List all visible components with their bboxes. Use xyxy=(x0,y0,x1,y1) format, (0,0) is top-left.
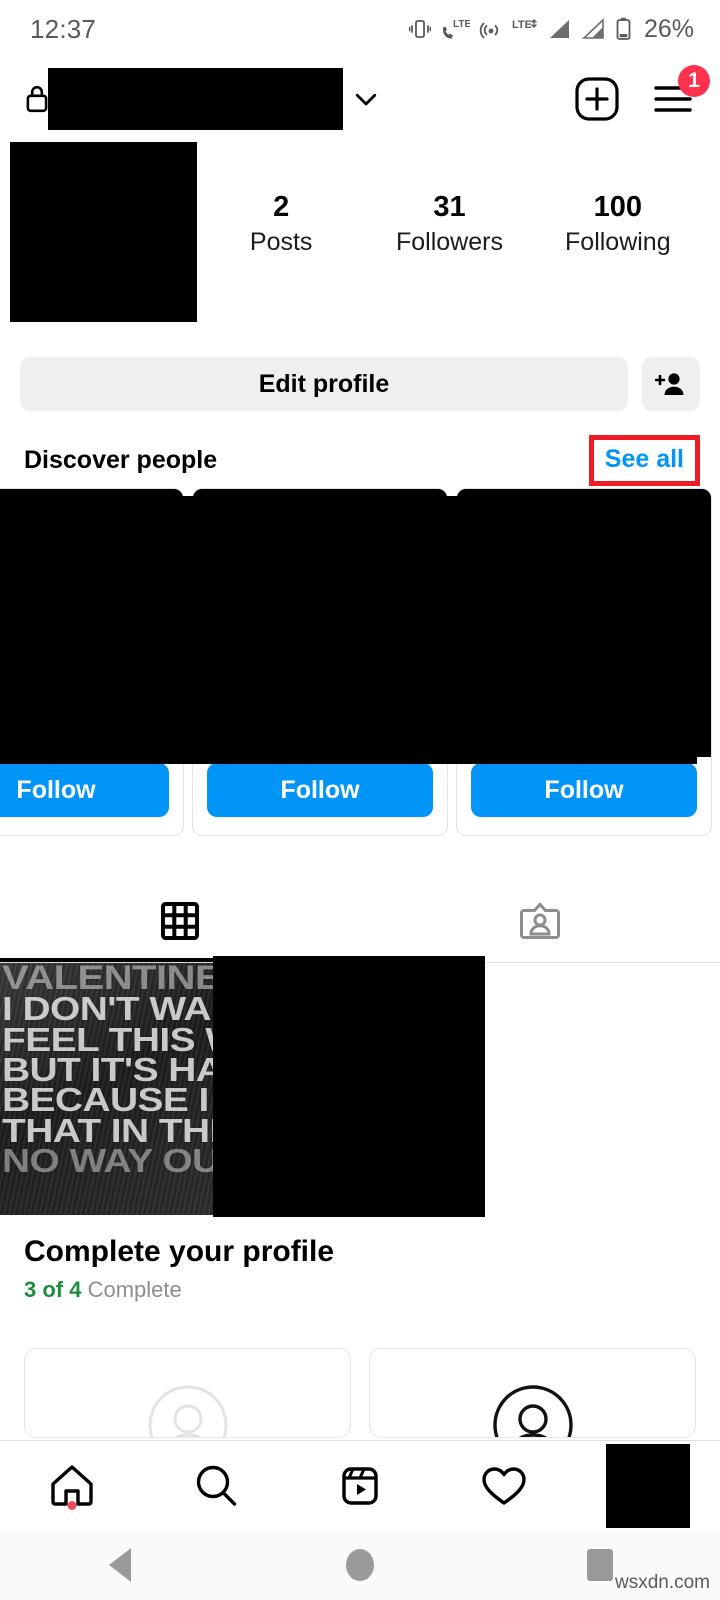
status-bar-icons: LTE LTE 26% xyxy=(408,14,694,44)
menu-button[interactable]: 1 xyxy=(652,65,710,119)
post-redaction-block xyxy=(213,956,485,1217)
followers-label: Followers xyxy=(396,227,503,256)
follow-button[interactable]: Follow xyxy=(207,763,433,817)
avatar-placeholder-icon xyxy=(148,1385,227,1437)
follow-button[interactable]: Follow xyxy=(471,763,697,817)
discover-people-title: Discover people xyxy=(24,445,218,474)
complete-progress-word: Complete xyxy=(87,1276,182,1302)
menu-notification-badge: 1 xyxy=(678,65,710,97)
triangle-back-icon xyxy=(109,1548,131,1582)
complete-profile-card[interactable] xyxy=(24,1348,351,1438)
svg-text:LTE: LTE xyxy=(512,19,532,31)
posts-label: Posts xyxy=(249,227,313,256)
stat-followers[interactable]: 31 Followers xyxy=(365,190,533,258)
discover-people-header: Discover people See all xyxy=(0,434,720,486)
profile-avatar-redaction xyxy=(606,1443,690,1528)
profile-actions: Edit profile xyxy=(0,357,720,411)
complete-profile-cards xyxy=(0,1348,720,1438)
signal-bars-icon xyxy=(549,20,569,38)
posts-count: 2 xyxy=(273,191,290,223)
nav-activity[interactable] xyxy=(432,1441,576,1530)
watermark: wsxdn.com xyxy=(614,1572,710,1593)
hotspot-icon xyxy=(479,22,499,39)
tab-tagged[interactable] xyxy=(360,880,720,962)
discover-people-carousel[interactable]: Follow Follow Follow xyxy=(0,488,720,838)
lock-icon xyxy=(26,86,48,113)
grid-icon xyxy=(161,902,199,940)
add-person-icon xyxy=(655,373,684,395)
tagged-person-icon xyxy=(520,902,560,939)
see-all-highlight-box: See all xyxy=(588,434,700,486)
discover-people-toggle-button[interactable] xyxy=(642,357,700,411)
nav-home[interactable] xyxy=(0,1441,144,1530)
profile-summary: 2 Posts 31 Followers 100 Following xyxy=(0,142,720,332)
vibrate-icon xyxy=(408,20,431,38)
profile-tabs xyxy=(0,880,720,962)
complete-profile-title: Complete your profile xyxy=(24,1235,335,1268)
search-icon xyxy=(196,1465,237,1506)
discover-media-redaction-band xyxy=(0,496,697,764)
nav-profile[interactable] xyxy=(576,1441,720,1530)
reels-icon xyxy=(342,1466,378,1505)
username-switcher[interactable] xyxy=(24,68,574,130)
plus-square-icon xyxy=(575,77,619,121)
post-quote-text: VALENTINE I DON'T WANT T FEEL THIS WAY B… xyxy=(0,963,239,1215)
system-home-button[interactable] xyxy=(240,1549,480,1581)
complete-profile-section: Complete your profile 3 of 4 Complete xyxy=(0,1232,720,1303)
chevron-down-icon[interactable] xyxy=(351,84,381,114)
post-thumbnail-empty xyxy=(481,963,720,1215)
complete-profile-card[interactable] xyxy=(369,1348,696,1438)
stat-following[interactable]: 100 Following xyxy=(534,190,702,258)
volte-call-icon: LTE xyxy=(442,19,470,39)
bottom-navigation-bar xyxy=(0,1441,720,1530)
edit-profile-button[interactable]: Edit profile xyxy=(20,357,628,411)
heart-icon xyxy=(482,1466,526,1505)
following-count: 100 xyxy=(593,191,643,223)
complete-profile-progress: 3 of 4 Complete xyxy=(24,1277,696,1303)
circle-home-icon xyxy=(346,1549,374,1581)
follow-button[interactable]: Follow xyxy=(0,763,169,817)
lte-plus-icon: LTE xyxy=(512,19,537,31)
battery-percent: 26% xyxy=(643,14,694,43)
create-post-button[interactable] xyxy=(574,76,620,122)
status-bar-clock: 12:37 xyxy=(30,13,97,44)
system-back-button[interactable] xyxy=(0,1548,240,1582)
nav-search[interactable] xyxy=(144,1441,288,1530)
signal-bars-2-icon xyxy=(581,18,604,39)
profile-header: 1 xyxy=(0,58,720,140)
post-thumbnail[interactable]: VALENTINE I DON'T WANT T FEEL THIS WAY B… xyxy=(0,963,239,1215)
header-actions: 1 xyxy=(574,65,710,122)
complete-progress-count: 3 of 4 xyxy=(24,1276,82,1302)
instagram-profile-screen: 12:37 LTE LTE 26% 1 2 Posts 31 Followers… xyxy=(0,0,720,1600)
battery-icon xyxy=(616,17,631,40)
see-all-link[interactable]: See all xyxy=(605,445,684,473)
followers-count: 31 xyxy=(433,191,466,223)
android-system-nav xyxy=(0,1530,720,1600)
status-bar: 12:37 LTE LTE 26% xyxy=(0,0,720,58)
tab-grid[interactable] xyxy=(0,880,360,962)
nav-reels[interactable] xyxy=(288,1441,432,1530)
profile-avatar-redaction[interactable] xyxy=(10,142,197,322)
username-redaction-block xyxy=(48,68,343,130)
stat-posts[interactable]: 2 Posts xyxy=(197,190,365,258)
avatar-outline-icon xyxy=(492,1385,573,1437)
square-recents-icon xyxy=(587,1549,613,1581)
following-label: Following xyxy=(565,227,671,256)
quote-line: NO WAY OUT xyxy=(2,1142,239,1180)
profile-stats: 2 Posts 31 Followers 100 Following xyxy=(197,142,720,258)
home-notification-dot xyxy=(67,1501,77,1510)
svg-text:LTE: LTE xyxy=(453,19,470,30)
